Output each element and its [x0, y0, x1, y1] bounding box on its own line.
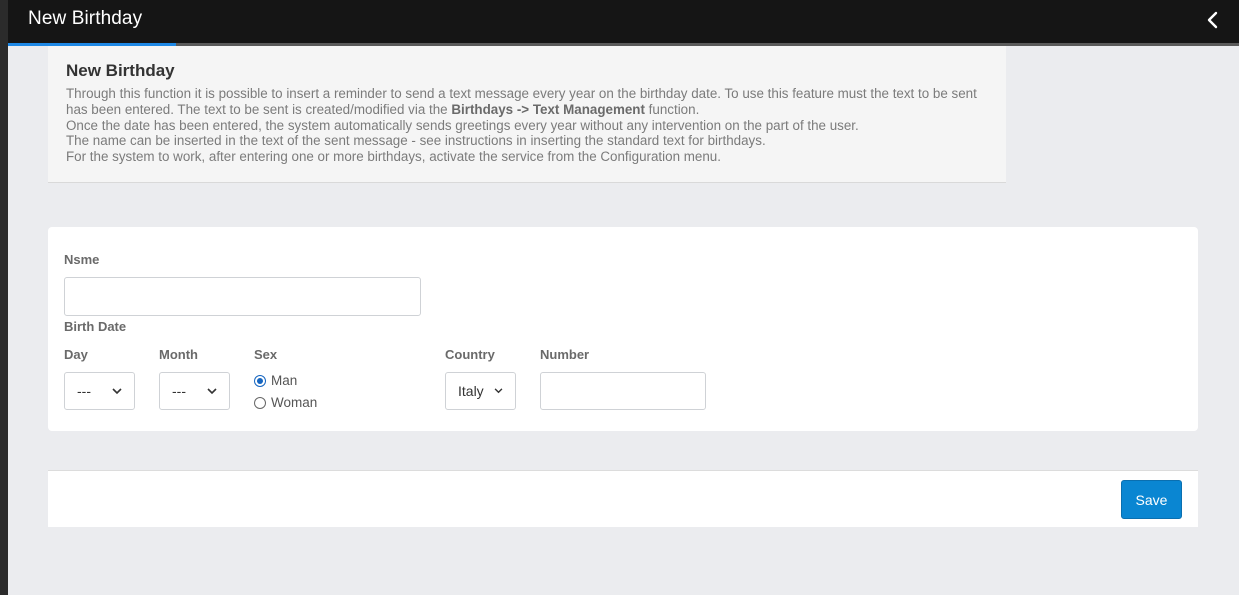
country-select[interactable]: Italy: [445, 372, 516, 410]
sex-label: Sex: [254, 347, 278, 362]
chevron-down-icon: [207, 388, 217, 395]
month-select[interactable]: ---: [159, 372, 230, 410]
month-select-value: ---: [172, 383, 186, 399]
info-line1-bold: Birthdays -> Text Management: [451, 101, 645, 117]
name-label: Nsme: [64, 252, 100, 267]
day-select[interactable]: ---: [64, 372, 135, 410]
radio-checked-icon[interactable]: [254, 374, 266, 387]
info-panel: New Birthday Through this function it is…: [48, 46, 1006, 183]
country-select-value: Italy: [458, 383, 484, 399]
month-label: Month: [159, 347, 198, 362]
sex-radio-man[interactable]: Man: [254, 373, 297, 388]
page-title: New Birthday: [28, 8, 143, 29]
save-button[interactable]: Save: [1121, 480, 1182, 519]
birthday-form-card: Nsme Birth Date Day --- Month --- Sex Ma…: [48, 227, 1198, 431]
info-title: New Birthday: [66, 61, 175, 80]
sex-option-man: Man: [271, 373, 298, 388]
number-input[interactable]: [540, 372, 706, 410]
info-line4: For the system to work, after entering o…: [66, 149, 721, 165]
window-left-edge: [0, 0, 8, 595]
chevron-left-icon[interactable]: [1205, 10, 1221, 30]
number-label: Number: [540, 347, 590, 362]
country-label: Country: [445, 347, 495, 362]
info-line1-post: function.: [644, 101, 700, 117]
birth-date-label: Birth Date: [64, 319, 127, 334]
chevron-down-icon: [112, 388, 122, 395]
sex-radio-woman[interactable]: Woman: [254, 395, 317, 410]
info-line2: Once the date has been entered, the syst…: [66, 117, 859, 133]
info-text: Through this function it is possible to …: [66, 86, 996, 165]
sex-option-woman: Woman: [271, 395, 318, 410]
main-content: New Birthday Through this function it is…: [8, 46, 1239, 595]
radio-unchecked-icon[interactable]: [254, 396, 266, 409]
form-footer: Save: [48, 470, 1198, 527]
name-input[interactable]: [64, 277, 421, 316]
header-bar: New Birthday: [8, 0, 1239, 43]
info-line3: The name can be inserted in the text of …: [66, 133, 766, 149]
day-label: Day: [64, 347, 88, 362]
day-select-value: ---: [77, 383, 91, 399]
chevron-down-icon: [494, 388, 503, 394]
